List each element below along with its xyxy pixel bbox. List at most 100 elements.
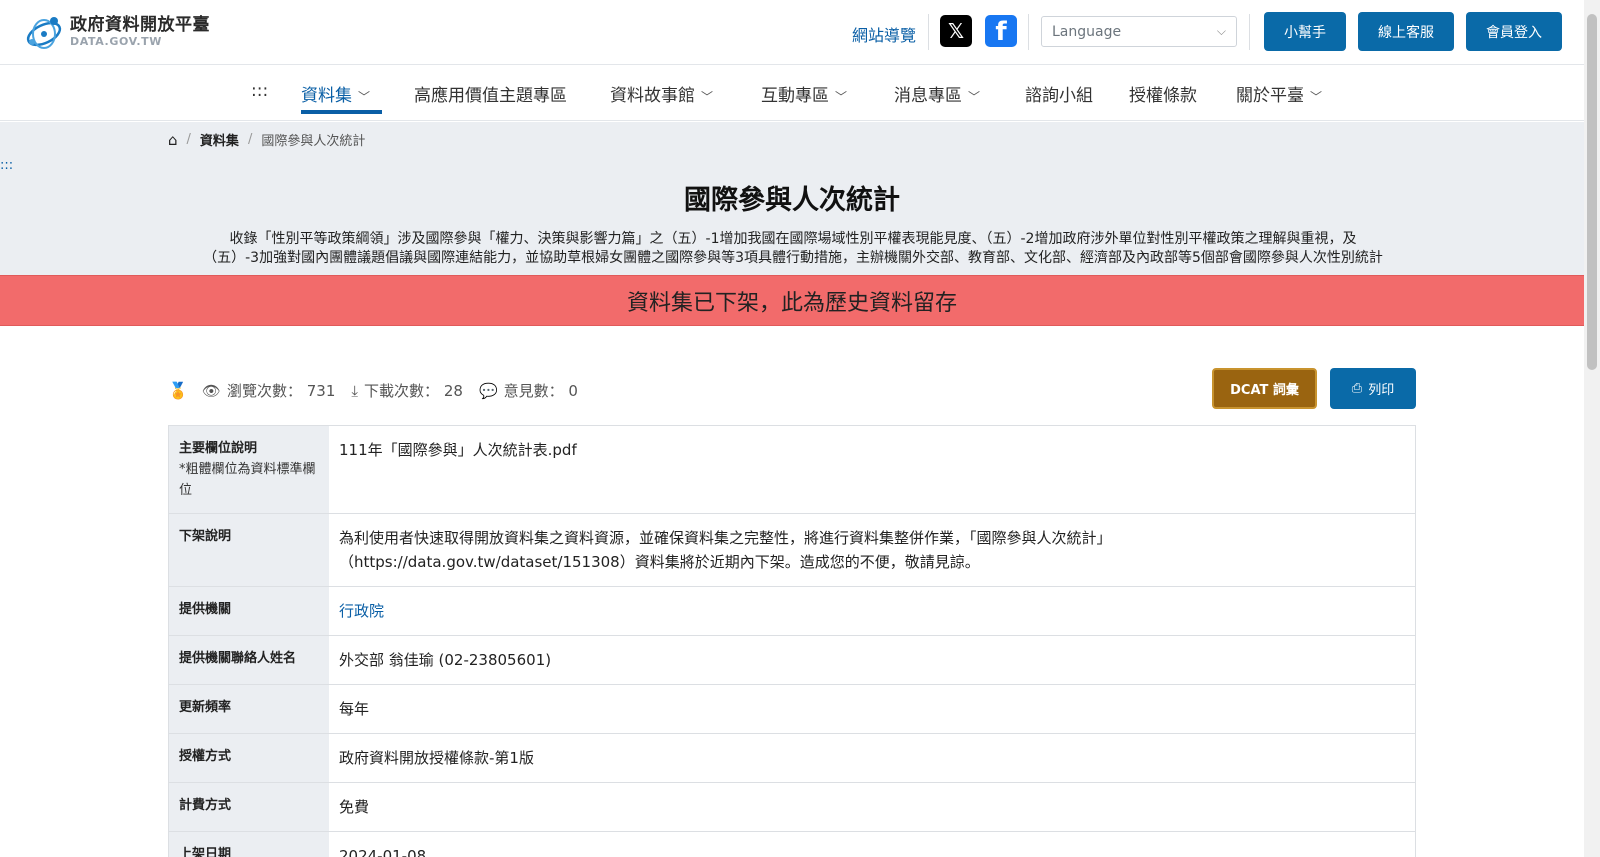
downloads-stat: ⤓ 下載次數： 28 [351,380,463,401]
language-select-value: Language [1052,23,1122,40]
page-scrollbar[interactable] [1584,0,1600,857]
site-logo[interactable]: 政府資料開放平臺 DATA.GOV.TW [24,12,210,52]
page-title: 國際參與人次統計 [684,185,900,216]
nav-item-interactive[interactable]: 互動專區 ﹀ [761,81,847,106]
row-label: 提供機關 [169,587,329,635]
nav-item-advisory[interactable]: 諮詢小組 [1025,81,1093,106]
chevron-down-icon: ﹀ [358,90,371,104]
nav-item-datasets[interactable]: 資料集 ﹀ [301,81,370,106]
online-support-button[interactable]: 線上客服 [1358,12,1454,51]
row-label: 主要欄位說明 *粗體欄位為資料標準欄位 [169,426,329,513]
nav-item-label: 消息專區 [894,86,962,106]
home-icon[interactable]: ⌂ [168,131,178,149]
logo-globe-icon [26,17,62,49]
row-value: 2024-01-08 [329,832,1415,857]
nav-item-label: 授權條款 [1129,86,1197,106]
views-label: 瀏覽次數： [226,382,302,400]
comments-stat: 💬 意見數： 0 [479,380,578,401]
nav-skip-anchor[interactable]: ::: [251,81,268,101]
download-icon: ⤓ [351,381,359,400]
x-logo-icon: 𝕏 [947,19,965,43]
facebook-share-button[interactable]: f [985,15,1017,47]
row-value-line: 為利使用者快速取得開放資料集之資料資源，並確保資料集之完整性，將進行資料集整併作… [339,529,1112,547]
comments-icon: 💬 [478,381,498,400]
print-button[interactable]: ⎙ 列印 [1330,368,1416,409]
downloads-label: 下載次數： [364,382,440,400]
row-sublabel: *粗體欄位為資料標準欄位 [179,462,316,498]
facebook-logo-icon: f [995,17,1007,47]
table-row: 上架日期 2024-01-08 [169,832,1415,857]
nav-item-label: 諮詢小組 [1025,86,1093,106]
member-login-button[interactable]: 會員登入 [1466,12,1562,51]
comments-label: 意見數： [503,382,564,400]
row-label: 更新頻率 [169,685,329,733]
dcat-vocabulary-button[interactable]: DCAT 詞彙 [1212,368,1317,409]
row-value: 外交部 翁佳瑜 (02-23805601) [329,636,1415,684]
table-row: 計費方式 免費 [169,783,1415,832]
nav-item-news[interactable]: 消息專區 ﹀ [894,81,980,106]
provider-link[interactable]: 行政院 [329,587,1415,635]
nav-item-label: 資料集 [301,86,352,106]
print-label: 列印 [1368,383,1395,398]
table-row: 更新頻率 每年 [169,685,1415,734]
eye-icon: 👁 [201,381,221,400]
table-row: 授權方式 政府資料開放授權條款-第1版 [169,734,1415,783]
site-header: 政府資料開放平臺 DATA.GOV.TW 網站導覽 𝕏 f Language ⌵… [0,0,1584,65]
comments-count: 0 [568,381,578,400]
sitemap-link[interactable]: 網站導覽 [852,22,916,46]
chevron-down-icon: ﹀ [1310,90,1323,104]
description-line: （五）-3加強對國內團體議題倡議與國際連結能力，並協助草根婦女團體之國際參與等3… [203,250,1383,266]
nav-item-about[interactable]: 關於平臺 ﹀ [1236,81,1322,106]
chevron-down-icon: ⌵ [1216,24,1226,38]
row-value: 111年「國際參與」人次統計表.pdf [329,426,1415,513]
nav-item-label: 關於平臺 [1236,86,1304,106]
scrollbar-thumb[interactable] [1587,14,1597,370]
x-share-button[interactable]: 𝕏 [940,15,972,47]
row-value: 每年 [329,685,1415,733]
nav-item-stories[interactable]: 資料故事館 ﹀ [610,81,713,106]
page-description: 收錄「性別平等政策綱領」涉及國際參與「權力、決策與影響力篇」之（五）-1增加我國… [118,230,1468,268]
views-stat: 👁 瀏覽次數： 731 [202,380,335,401]
row-label: 下架說明 [169,514,329,586]
row-value: 為利使用者快速取得開放資料集之資料資源，並確保資料集之完整性，將進行資料集整併作… [329,514,1415,586]
breadcrumb: ⌂ / 資料集 / 國際參與人次統計 [168,130,365,150]
row-label: 上架日期 [169,832,329,857]
dataset-stats: 🏅 👁 瀏覽次數： 731 ⤓ 下載次數： 28 💬 意見數： 0 [168,380,594,401]
row-label: 提供機關聯絡人姓名 [169,636,329,684]
nav-item-high-value[interactable]: 高應用價值主題專區 [414,81,567,106]
description-line: 收錄「性別平等政策綱領」涉及國際參與「權力、決策與影響力篇」之（五）-1增加我國… [229,231,1357,247]
dataset-info-table: 主要欄位說明 *粗體欄位為資料標準欄位 111年「國際參與」人次統計表.pdf … [168,425,1416,857]
table-row: 下架說明 為利使用者快速取得開放資料集之資料資源，並確保資料集之完整性，將進行資… [169,514,1415,587]
breadcrumb-datasets[interactable]: 資料集 [200,130,239,149]
table-row: 提供機關聯絡人姓名 外交部 翁佳瑜 (02-23805601) [169,636,1415,685]
nav-item-license[interactable]: 授權條款 [1129,81,1197,106]
row-value: 政府資料開放授權條款-第1版 [329,734,1415,782]
nav-item-label: 資料故事館 [610,86,695,106]
nav-active-indicator [301,110,382,114]
helper-button[interactable]: 小幫手 [1264,12,1346,51]
row-label-text: 主要欄位說明 [179,441,258,456]
chevron-down-icon: ﹀ [835,90,848,104]
printer-icon: ⎙ [1351,381,1363,396]
table-row: 提供機關 行政院 [169,587,1415,636]
chevron-down-icon: ﹀ [968,90,981,104]
divider [928,14,929,50]
logo-title: 政府資料開放平臺 [70,14,210,35]
breadcrumb-separator: / [186,132,191,147]
views-count: 731 [306,381,336,400]
downloads-count: 28 [443,381,463,400]
language-select[interactable]: Language ⌵ [1041,16,1237,47]
nav-item-label: 互動專區 [761,86,829,106]
breadcrumb-separator: / [247,132,253,147]
main-nav: ::: 資料集 ﹀ 高應用價值主題專區 資料故事館 ﹀ 互動專區 ﹀ 消息專區 ﹀ 諮詢… [0,65,1584,121]
logo-subtitle: DATA.GOV.TW [70,35,162,49]
content-anchor[interactable]: ::: [0,158,13,173]
divider [1249,14,1250,50]
chevron-down-icon: ﹀ [701,90,714,104]
row-value: 免費 [329,783,1415,831]
offline-notice-banner: 資料集已下架，此為歷史資料留存 [0,275,1584,326]
medal-icon: 🏅 [168,381,188,400]
divider [1028,14,1029,50]
row-label: 授權方式 [169,734,329,782]
nav-item-label: 高應用價值主題專區 [414,86,567,106]
